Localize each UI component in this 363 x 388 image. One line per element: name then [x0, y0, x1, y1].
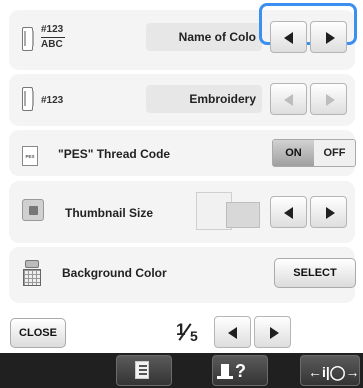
settings-screen: #123 ABC Name of Colo #123 Embroidery PE… [0, 0, 363, 388]
pes-file-icon: PES [22, 146, 38, 166]
left-arrow-icon [284, 32, 293, 44]
page-next-button[interactable] [254, 316, 291, 348]
connect-button[interactable]: ←i|◯→ [300, 355, 360, 386]
background-color-icon [23, 260, 43, 286]
thread-display-next-button[interactable] [310, 21, 347, 53]
sewing-machine-icon [217, 364, 233, 381]
thread-display-arrows [270, 21, 348, 53]
thread-brand-prev-button[interactable] [270, 83, 307, 115]
thumbnail-size-next-button[interactable] [310, 196, 347, 228]
page-indicator: 1 5 [176, 320, 204, 350]
left-arrow-icon [284, 207, 293, 219]
bottom-toolbar: ? ←i|◯→ [0, 353, 363, 388]
fraction-line [41, 37, 65, 38]
thread-brand-value: Embroidery [146, 85, 262, 113]
left-arrow-icon [284, 94, 293, 106]
left-arrow-icon [228, 327, 237, 339]
thumbnail-icon [22, 199, 44, 221]
thumbnail-size-preview [196, 192, 260, 230]
thread-display-value: Name of Colo [146, 23, 262, 51]
list-icon [135, 361, 149, 379]
help-icon: ? [235, 361, 246, 381]
right-arrow-icon [326, 94, 335, 106]
thread-spool-icon [22, 27, 34, 51]
page-arrows [214, 316, 292, 348]
page-prev-button[interactable] [214, 316, 251, 348]
help-button[interactable]: ? [212, 355, 268, 386]
right-arrow-icon [326, 207, 335, 219]
thumbnail-size-arrows [270, 196, 348, 228]
thread-number-label: #123 [41, 95, 64, 106]
thread-brand-arrows [270, 83, 348, 115]
select-background-button[interactable]: SELECT [274, 258, 356, 288]
thread-number-label: #123 [41, 24, 64, 35]
thread-brand-next-button[interactable] [310, 83, 347, 115]
right-arrow-icon [270, 327, 279, 339]
thumbnail-size-label: Thumbnail Size [65, 206, 154, 220]
off-button[interactable]: OFF [314, 140, 355, 166]
thumbnail-small-preview [226, 202, 260, 228]
on-button[interactable]: ON [273, 140, 314, 166]
right-arrow-icon [326, 32, 335, 44]
background-color-label: Background Color [62, 266, 167, 280]
thumbnail-size-prev-button[interactable] [270, 196, 307, 228]
thread-spool-icon [22, 87, 34, 111]
thread-display-prev-button[interactable] [270, 21, 307, 53]
thread-brand-label: ABC [41, 39, 63, 50]
settings-list-button[interactable] [116, 355, 172, 386]
pes-thread-code-toggle: ON OFF [272, 139, 356, 167]
connection-icon: ←i|◯→ [308, 364, 360, 380]
page-total: 5 [190, 328, 198, 344]
close-button[interactable]: CLOSE [10, 318, 66, 348]
pes-thread-code-label: "PES" Thread Code [58, 147, 171, 161]
